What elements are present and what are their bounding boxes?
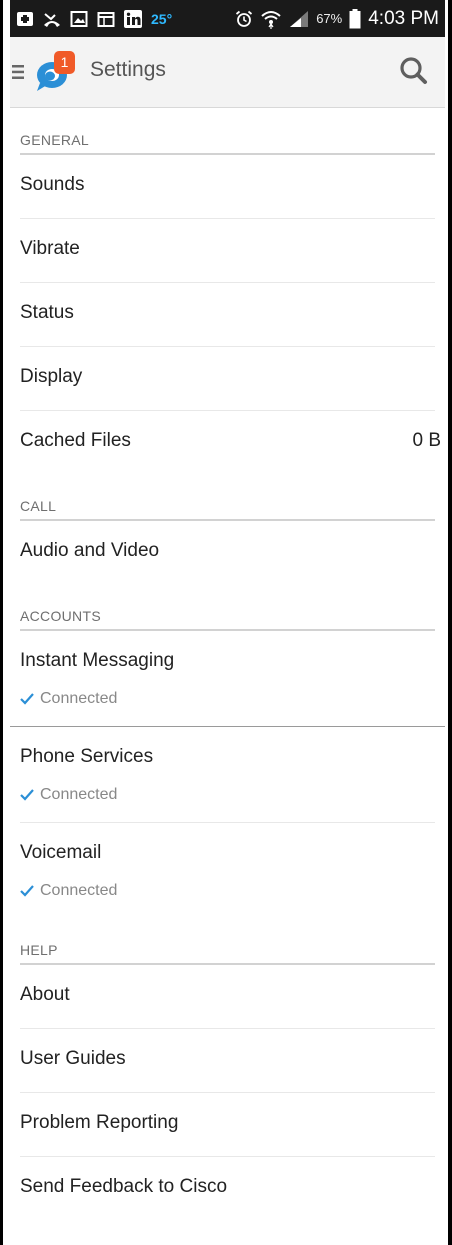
item-label: Vibrate <box>20 238 80 259</box>
missed-call-icon <box>44 12 60 27</box>
settings-item-audio-video[interactable]: Audio and Video <box>20 521 435 584</box>
signal-icon <box>290 10 309 27</box>
battery-percent: 67% <box>316 11 343 26</box>
settings-item-problem-reporting[interactable]: Problem Reporting <box>20 1093 435 1157</box>
settings-item-phone-services[interactable]: Phone Services Connected <box>20 727 435 823</box>
cached-files-size: 0 B <box>412 430 441 451</box>
check-icon <box>20 693 34 705</box>
search-icon[interactable] <box>394 52 434 92</box>
status-bar: 25° 67% 4:03 PM <box>10 0 445 37</box>
page-title: Settings <box>90 58 166 81</box>
item-label: Instant Messaging <box>20 650 175 671</box>
item-label: Audio and Video <box>20 540 160 561</box>
item-label: Phone Services <box>20 746 154 767</box>
wifi-icon <box>261 10 281 29</box>
settings-item-user-guides[interactable]: User Guides <box>20 1029 435 1093</box>
frame-border-right <box>448 0 452 1245</box>
notification-badge-count: 1 <box>60 54 69 70</box>
app-logo[interactable]: 1 <box>34 51 78 93</box>
connection-status-text: Connected <box>40 690 118 707</box>
screen-frame: 25° 67% 4:03 PM 1 Settings GENERAL Sound… <box>0 0 452 1245</box>
item-label: About <box>20 984 70 1005</box>
app-screen: 25° 67% 4:03 PM 1 Settings GENERAL Sound… <box>10 0 445 1245</box>
notification-icon <box>17 11 33 26</box>
temperature-text: 25° <box>151 10 173 27</box>
section-title: HELP <box>20 942 58 958</box>
calendar-icon <box>97 11 115 27</box>
settings-item-status[interactable]: Status <box>20 283 435 347</box>
battery-icon <box>349 8 361 28</box>
connection-status: Connected <box>20 690 117 708</box>
item-label: Problem Reporting <box>20 1112 179 1133</box>
section-title: CALL <box>20 498 57 514</box>
settings-item-instant-messaging[interactable]: Instant Messaging Connected <box>20 631 435 726</box>
item-label: Send Feedback to Cisco <box>20 1176 228 1197</box>
clock-time: 4:03 PM <box>368 7 439 29</box>
section-title: GENERAL <box>20 132 90 148</box>
section-title: ACCOUNTS <box>20 608 101 624</box>
section-header-accounts: ACCOUNTS <box>10 584 445 631</box>
connection-status-text: Connected <box>40 786 118 803</box>
settings-item-cached-files[interactable]: Cached Files 0 B <box>20 411 441 474</box>
settings-item-vibrate[interactable]: Vibrate <box>20 219 435 283</box>
section-header-help: HELP <box>10 918 445 965</box>
check-icon <box>20 789 34 801</box>
item-label: User Guides <box>20 1048 126 1069</box>
linkedin-icon <box>124 9 142 28</box>
app-bar: 1 Settings <box>10 37 445 108</box>
item-label: Status <box>20 302 74 323</box>
menu-icon[interactable] <box>12 65 24 79</box>
gallery-icon <box>70 10 88 27</box>
connection-status-text: Connected <box>40 882 118 899</box>
settings-item-about[interactable]: About <box>20 965 435 1029</box>
settings-item-sounds[interactable]: Sounds <box>20 155 435 219</box>
section-header-call: CALL <box>10 474 445 521</box>
section-header-general: GENERAL <box>10 108 445 155</box>
frame-border-left <box>0 0 3 1245</box>
item-label: Sounds <box>20 174 85 195</box>
connection-status: Connected <box>20 786 117 804</box>
item-label: Voicemail <box>20 842 102 863</box>
check-icon <box>20 885 34 897</box>
alarm-icon <box>236 10 253 27</box>
settings-item-send-feedback[interactable]: Send Feedback to Cisco <box>20 1157 435 1220</box>
connection-status: Connected <box>20 882 117 900</box>
settings-list: GENERAL Sounds Vibrate Status Display Ca… <box>10 108 445 1220</box>
item-label: Cached Files <box>20 430 131 451</box>
item-label: Display <box>20 366 83 387</box>
settings-item-display[interactable]: Display <box>20 347 435 411</box>
settings-item-voicemail[interactable]: Voicemail Connected <box>20 823 435 918</box>
notification-badge: 1 <box>54 51 75 74</box>
